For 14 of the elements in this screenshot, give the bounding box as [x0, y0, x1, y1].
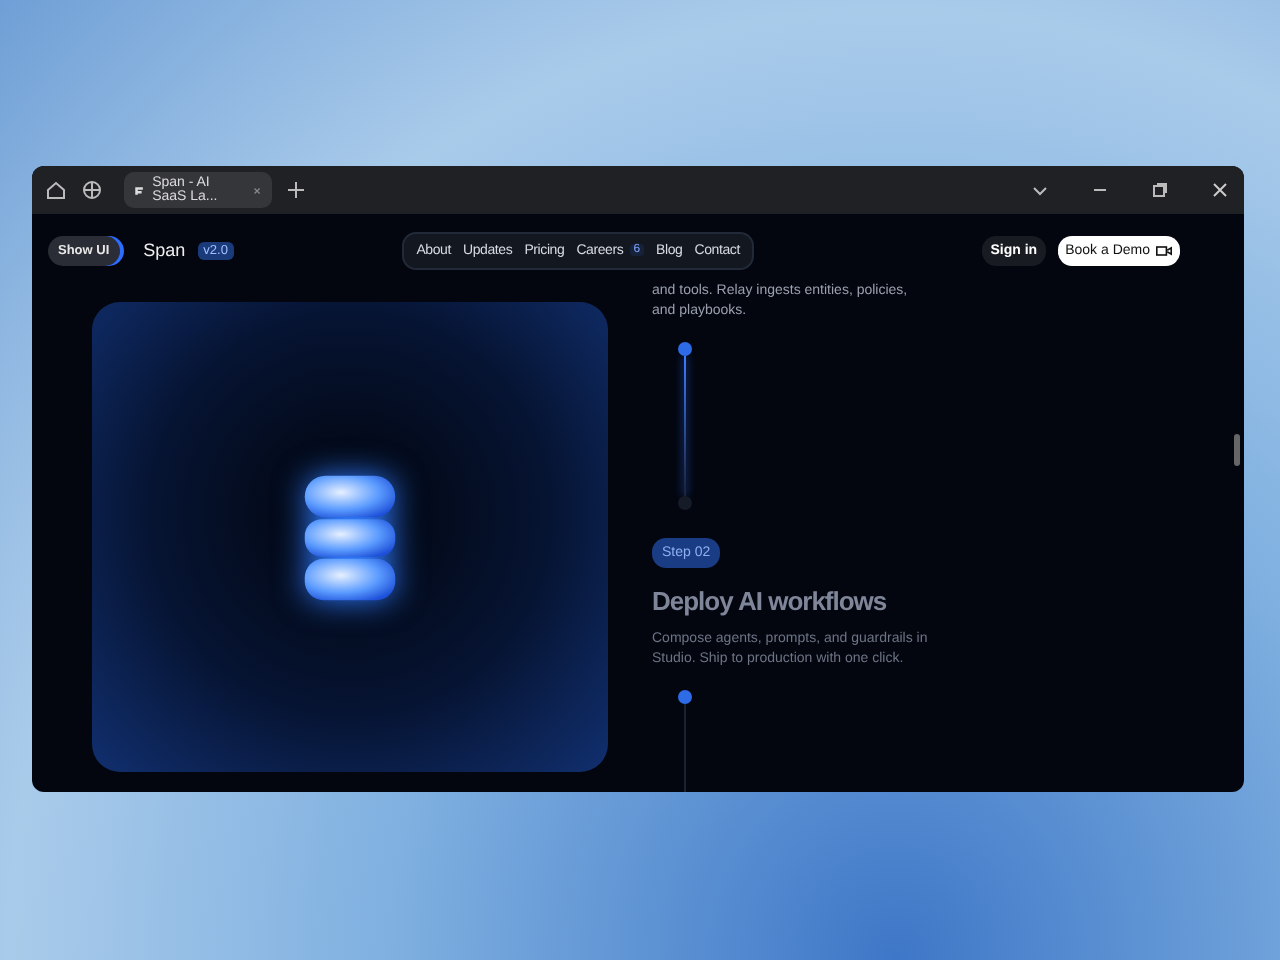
- new-tab-icon[interactable]: [284, 178, 308, 202]
- video-icon: [1156, 243, 1172, 257]
- home-icon[interactable]: [44, 178, 68, 202]
- database-icon: [300, 471, 400, 603]
- timeline-dot: [678, 690, 692, 704]
- timeline-line: [684, 356, 686, 496]
- close-icon[interactable]: [1208, 178, 1232, 202]
- timeline-dot: [678, 496, 692, 510]
- step-title: Deploy AI workflows: [652, 586, 887, 616]
- brand-name[interactable]: Span: [143, 240, 186, 260]
- restore-icon[interactable]: [1148, 178, 1172, 202]
- globe-icon[interactable]: [80, 178, 104, 202]
- logo-icon: [134, 183, 145, 197]
- timeline-dot: [678, 342, 692, 356]
